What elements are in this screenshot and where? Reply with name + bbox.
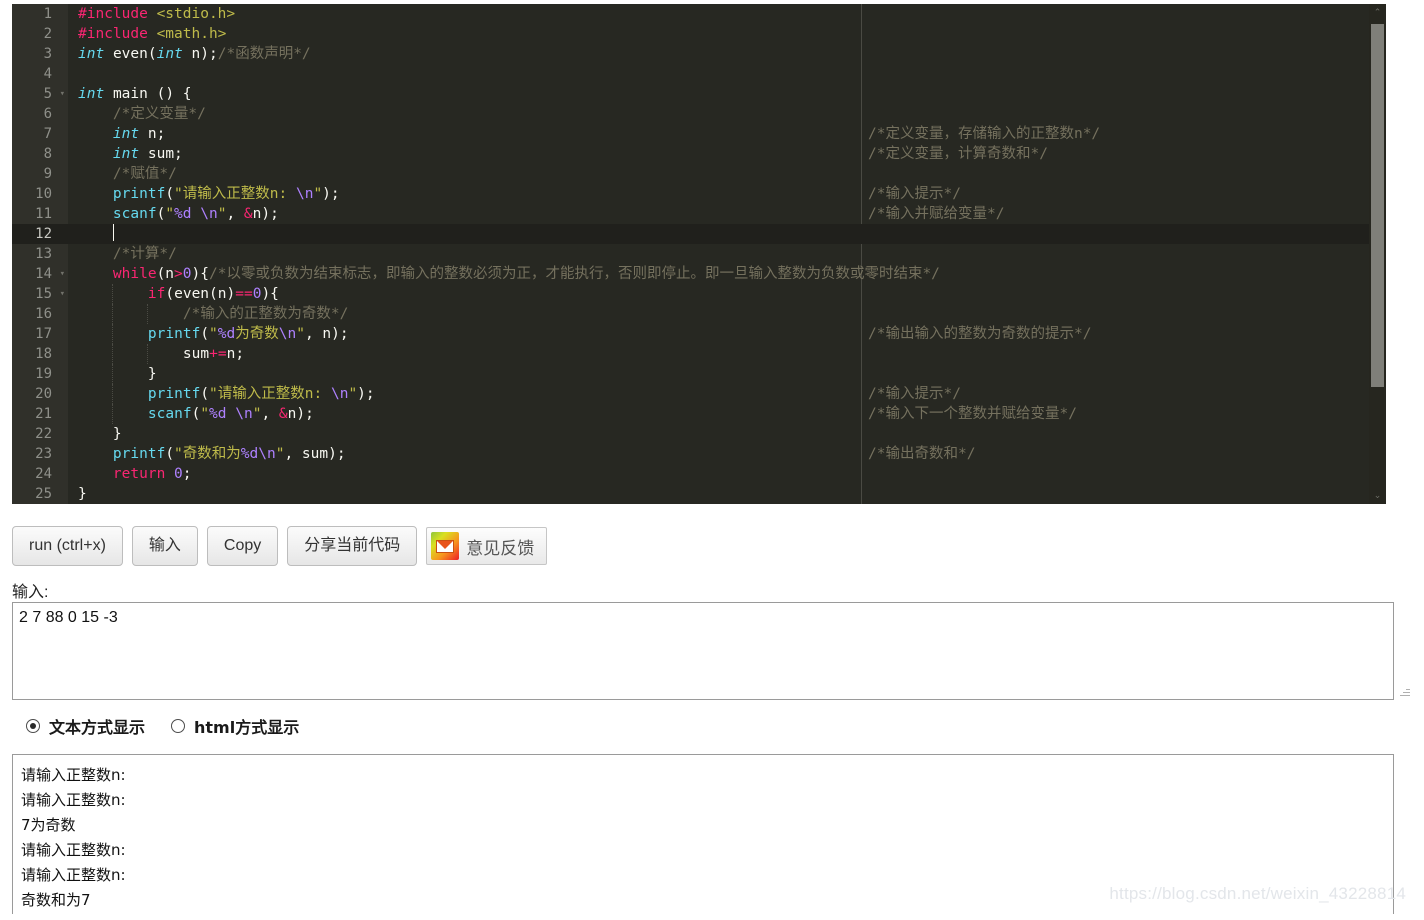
feedback-button-label: 意见反馈 xyxy=(466,538,535,558)
scrollbar-thumb[interactable] xyxy=(1371,24,1384,387)
textarea-resize-grip-icon[interactable] xyxy=(1400,686,1410,696)
line-number[interactable]: 4 xyxy=(12,64,68,84)
side-comment: /*输入提示*/ xyxy=(868,186,961,202)
output-line: 请输入正整数n: xyxy=(21,766,126,784)
code-line[interactable]: #include <math.h> xyxy=(68,24,1386,44)
radio-indicator-selected[interactable] xyxy=(26,719,40,733)
output-line: 请输入正整数n: xyxy=(21,791,126,809)
line-number[interactable]: 9 xyxy=(12,164,68,184)
program-output-panel[interactable]: 请输入正整数n: 请输入正整数n: 7为奇数 请输入正整数n: 请输入正整数n:… xyxy=(12,754,1394,914)
line-number[interactable]: 3 xyxy=(12,44,68,64)
fold-toggle-icon[interactable]: ▾ xyxy=(60,264,65,284)
feedback-button[interactable]: 意见反馈 xyxy=(426,527,548,565)
mail-icon xyxy=(431,532,460,560)
stdin-input[interactable] xyxy=(12,602,1394,700)
output-line: 请输入正整数n: xyxy=(21,866,126,884)
input-section-label: 输入: xyxy=(12,584,49,601)
side-comment: /*定义变量，计算奇数和*/ xyxy=(868,146,1048,162)
code-line[interactable] xyxy=(68,64,1386,84)
radio-label-html-mode: html方式显示 xyxy=(194,718,300,737)
line-number[interactable]: 13 xyxy=(12,244,68,264)
code-line[interactable]: printf("请输入正整数n: \n"); xyxy=(68,184,1386,204)
code-line[interactable]: scanf("%d \n", &n); xyxy=(68,404,1386,424)
radio-option-text-mode[interactable]: 文本方式显示 xyxy=(26,714,145,738)
code-line[interactable]: int even(int n);/*函数声明*/ xyxy=(68,44,1386,64)
side-comment: /*输入提示*/ xyxy=(868,386,961,402)
code-line[interactable]: scanf("%d \n", &n); xyxy=(68,204,1386,224)
code-line[interactable]: /*赋值*/ xyxy=(68,164,1386,184)
line-number[interactable]: 11 xyxy=(12,204,68,224)
scroll-down-arrow-icon[interactable]: ⌄ xyxy=(1369,487,1386,504)
editor-vertical-scrollbar[interactable]: ⌃ ⌄ xyxy=(1369,4,1386,504)
code-line[interactable]: int sum; xyxy=(68,144,1386,164)
side-comment: /*输出奇数和*/ xyxy=(868,446,976,462)
code-line[interactable]: #include <stdio.h> xyxy=(68,4,1386,24)
run-button[interactable]: run (ctrl+x) xyxy=(12,526,123,566)
line-number[interactable]: 21 xyxy=(12,404,68,424)
line-number[interactable]: 20 xyxy=(12,384,68,404)
line-number[interactable]: 18 xyxy=(12,344,68,364)
line-number[interactable]: 12 xyxy=(12,224,68,244)
code-content-area[interactable]: #include <stdio.h> #include <math.h> int… xyxy=(68,4,1386,504)
side-comment: /*输出输入的整数为奇数的提示*/ xyxy=(868,326,1092,342)
fold-toggle-icon[interactable]: ▾ xyxy=(60,84,65,104)
scroll-up-arrow-icon[interactable]: ⌃ xyxy=(1369,4,1386,21)
line-number[interactable]: 10 xyxy=(12,184,68,204)
code-line[interactable]: /*计算*/ xyxy=(68,244,1386,264)
side-comment: /*输入下一个整数并赋给变量*/ xyxy=(868,406,1077,422)
code-editor[interactable]: 1 2 3 4 5 ▾ 6 7 8 9 10 11 12 13 14 ▾ 15 ▾ 16 17 18 19 20 21 22 23… xyxy=(12,4,1386,504)
line-number[interactable]: 7 xyxy=(12,124,68,144)
code-line[interactable]: int main () { xyxy=(68,84,1386,104)
display-mode-radio-group: 文本方式显示 html方式显示 xyxy=(26,714,299,738)
code-line[interactable]: /*定义变量*/ xyxy=(68,104,1386,124)
code-line[interactable]: } xyxy=(68,484,1386,504)
line-number[interactable]: 22 xyxy=(12,424,68,444)
line-number[interactable]: 14 ▾ xyxy=(12,264,68,284)
output-line: 请输入正整数n: xyxy=(21,841,126,859)
output-line: 奇数和为7 xyxy=(21,891,91,909)
line-number[interactable]: 1 xyxy=(12,4,68,24)
line-number[interactable]: 23 xyxy=(12,444,68,464)
code-line[interactable]: int n; xyxy=(68,124,1386,144)
code-line[interactable]: if(even(n)==0){ xyxy=(68,284,1386,304)
line-number[interactable]: 16 xyxy=(12,304,68,324)
share-code-button[interactable]: 分享当前代码 xyxy=(287,526,418,566)
line-number[interactable]: 25 xyxy=(12,484,68,504)
code-line[interactable]: printf("奇数和为%d\n", sum); xyxy=(68,444,1386,464)
line-number-gutter: 1 2 3 4 5 ▾ 6 7 8 9 10 11 12 13 14 ▾ 15 ▾ 16 17 18 19 20 21 22 23… xyxy=(12,4,68,504)
radio-indicator-unselected[interactable] xyxy=(171,719,186,733)
line-number[interactable]: 15 ▾ xyxy=(12,284,68,304)
line-number[interactable]: 5 ▾ xyxy=(12,84,68,104)
radio-label-text-mode: 文本方式显示 xyxy=(49,718,146,737)
code-line[interactable]: printf("%d为奇数\n", n); xyxy=(68,324,1386,344)
code-line[interactable]: printf("请输入正整数n: \n"); xyxy=(68,384,1386,404)
line-number[interactable]: 17 xyxy=(12,324,68,344)
line-number[interactable]: 19 xyxy=(12,364,68,384)
code-line[interactable]: return 0; xyxy=(68,464,1386,484)
line-number[interactable]: 2 xyxy=(12,24,68,44)
code-line[interactable]: /*输入的正整数为奇数*/ xyxy=(68,304,1386,324)
output-line: 7为奇数 xyxy=(21,816,76,834)
code-line[interactable]: } xyxy=(68,364,1386,384)
line-number[interactable]: 24 xyxy=(12,464,68,484)
code-line[interactable]: while(n>0){/*以零或负数为结束标志，即输入的整数必须为正，才能执行，… xyxy=(68,264,1386,284)
line-number[interactable]: 6 xyxy=(12,104,68,124)
text-cursor xyxy=(112,224,114,241)
action-toolbar: run (ctrl+x) 输入 Copy 分享当前代码 意见反馈 xyxy=(12,526,548,566)
side-comment: /*输入并赋给变量*/ xyxy=(868,206,1005,222)
input-button[interactable]: 输入 xyxy=(131,526,198,566)
line-number[interactable]: 8 xyxy=(12,144,68,164)
radio-option-html-mode[interactable]: html方式显示 xyxy=(171,714,299,738)
code-line[interactable]: } xyxy=(68,424,1386,444)
code-editor-panel: 1 2 3 4 5 ▾ 6 7 8 9 10 11 12 13 14 ▾ 15 ▾ 16 17 18 19 20 21 22 23… xyxy=(0,0,1424,506)
fold-toggle-icon[interactable]: ▾ xyxy=(60,284,65,304)
side-comment: /*定义变量，存储输入的正整数n*/ xyxy=(868,126,1101,142)
code-line-active[interactable] xyxy=(68,224,1386,244)
code-line[interactable]: sum+=n; xyxy=(68,344,1386,364)
copy-button[interactable]: Copy xyxy=(206,526,279,566)
